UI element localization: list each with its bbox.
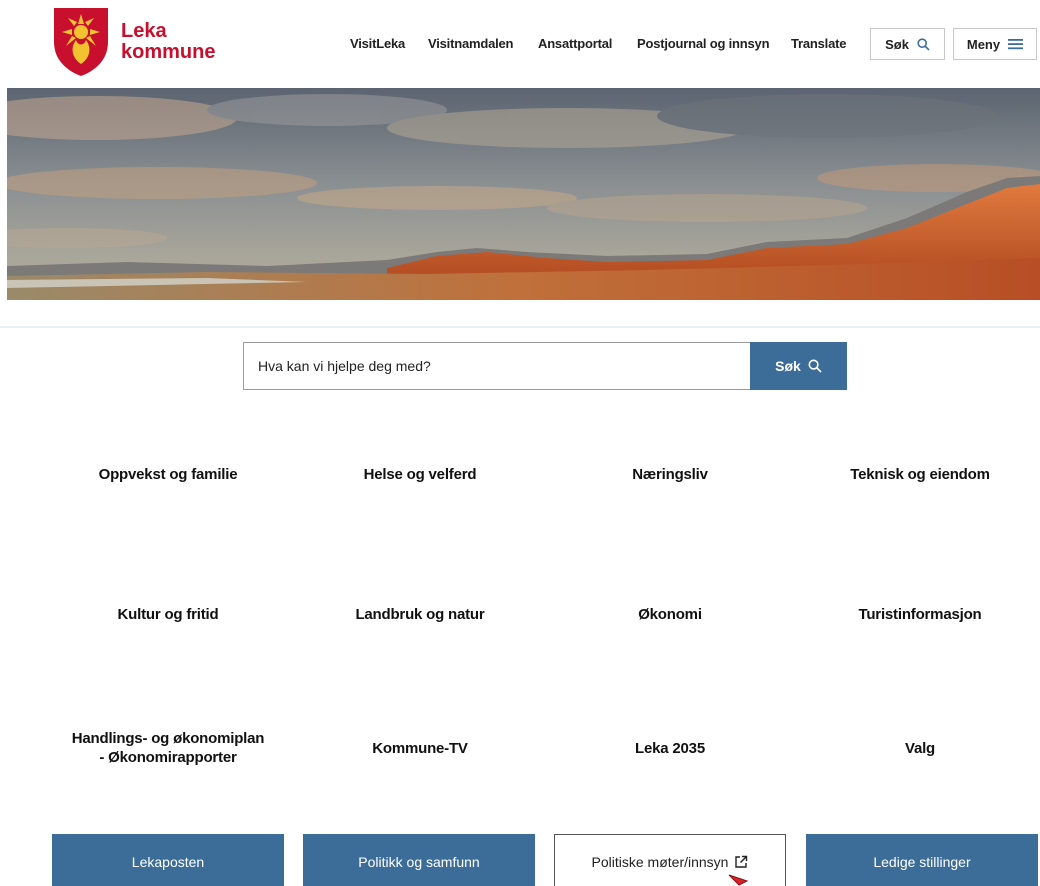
nav-link-translate[interactable]: Translate: [791, 36, 846, 51]
politikk-button[interactable]: Politikk og samfunn: [303, 834, 535, 886]
main-search: Søk: [243, 342, 847, 390]
politiske-moter-label: Politiske møter/innsyn: [591, 854, 729, 870]
site-header: Leka kommune VisitLeka Visitnamdalen Ans…: [0, 0, 1040, 88]
lekaposten-label: Lekaposten: [131, 854, 205, 870]
politiske-moter-button[interactable]: Politiske møter/innsyn: [554, 834, 786, 886]
tile-turistinformasjon[interactable]: Turistinformasjon: [800, 548, 1040, 680]
external-link-icon: [735, 855, 748, 868]
tile-landbruk[interactable]: Landbruk og natur: [302, 548, 538, 680]
tile-handlingsplan[interactable]: Handlings- og økonomiplan - Økonomirappo…: [50, 682, 286, 814]
service-tiles: Oppvekst og familie Helse og velferd Nær…: [50, 408, 1040, 818]
tile-kultur[interactable]: Kultur og fritid: [50, 548, 286, 680]
magnifier-icon: [808, 359, 822, 373]
header-search-button[interactable]: Søk: [870, 28, 945, 60]
hamburger-icon: [1008, 39, 1024, 50]
divider: [0, 326, 1040, 328]
search-button[interactable]: Søk: [750, 342, 847, 390]
lekaposten-button[interactable]: Lekaposten: [52, 834, 284, 886]
ledige-stillinger-button[interactable]: Ledige stillinger: [806, 834, 1038, 886]
nav-link-visitnamdalen[interactable]: Visitnamdalen: [428, 36, 514, 51]
header-search-label: Søk: [885, 36, 909, 52]
tile-kommune-tv[interactable]: Kommune-TV: [302, 682, 538, 814]
mouse-pointer-icon: [728, 874, 749, 886]
top-nav: VisitLeka Visitnamdalen Ansattportal Pos…: [0, 28, 1040, 60]
menu-label: Meny: [966, 36, 1001, 52]
tile-okonomi[interactable]: Økonomi: [552, 548, 788, 680]
tile-oppvekst[interactable]: Oppvekst og familie: [50, 408, 286, 540]
hero-image: [7, 88, 1040, 300]
tile-valg[interactable]: Valg: [800, 682, 1040, 814]
ledige-stillinger-label: Ledige stillinger: [873, 854, 971, 870]
search-input[interactable]: [243, 342, 750, 390]
tile-helse[interactable]: Helse og velferd: [302, 408, 538, 540]
magnifier-icon: [917, 37, 930, 51]
nav-link-postjournal[interactable]: Postjournal og innsyn: [637, 36, 770, 51]
nav-link-visitleka[interactable]: VisitLeka: [350, 36, 405, 51]
tile-naeringsliv[interactable]: Næringsliv: [552, 408, 788, 540]
politikk-label: Politikk og samfunn: [358, 854, 480, 870]
menu-button[interactable]: Meny: [953, 28, 1037, 60]
search-button-label: Søk: [775, 358, 801, 374]
nav-link-ansattportal[interactable]: Ansattportal: [538, 36, 612, 51]
tile-teknisk[interactable]: Teknisk og eiendom: [800, 408, 1040, 540]
tile-leka-2035[interactable]: Leka 2035: [552, 682, 788, 814]
